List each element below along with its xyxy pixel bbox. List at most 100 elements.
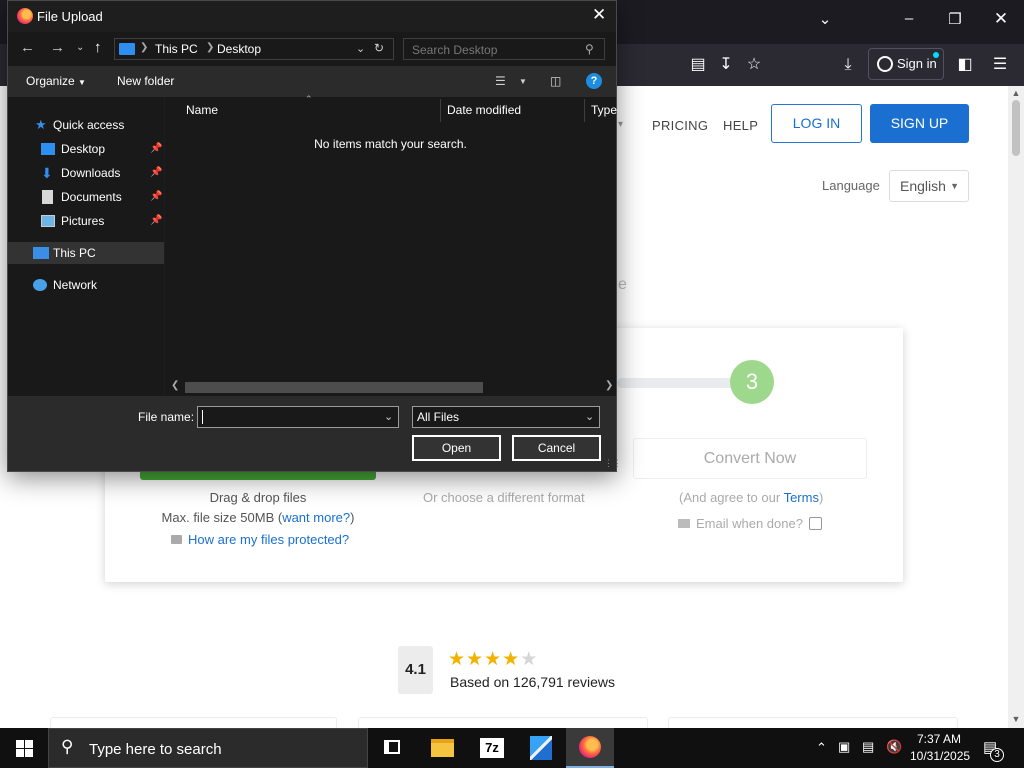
column-divider[interactable] (440, 99, 441, 122)
file-explorer-button[interactable] (418, 728, 466, 768)
agree-terms-text: (And agree to our Terms) (679, 490, 823, 505)
file-name-input[interactable]: ⌄ (197, 406, 399, 428)
pin-icon: 📌 (150, 143, 163, 154)
convert-now-button[interactable]: Convert Now (633, 438, 867, 479)
new-folder-button[interactable]: New folder (117, 74, 174, 88)
nav-dropdown-caret-icon[interactable]: ▾ (618, 119, 623, 130)
up-arrow-icon[interactable]: ↑ (94, 39, 102, 56)
close-icon[interactable]: ✕ (986, 9, 1016, 29)
save-to-pocket-icon[interactable]: ↧ (714, 53, 738, 77)
sort-ascending-icon: ⌃ (305, 94, 313, 104)
column-header-date-modified[interactable]: Date modified (447, 97, 521, 124)
star-icon: ★ (35, 117, 47, 132)
max-size-suffix: ) (350, 510, 355, 525)
chevron-down-icon[interactable]: ⌄ (356, 42, 365, 55)
media-app-button[interactable] (517, 728, 565, 768)
windows-logo-pane (25, 740, 33, 748)
files-protected-row[interactable]: How are my files protected? (171, 532, 349, 547)
dialog-command-bar: Organize ▼ New folder ☰ ▼ ◫ ? (8, 66, 616, 97)
dialog-search-box[interactable]: Search Desktop ⚲ (403, 38, 605, 60)
extensions-icon[interactable]: ◧ (953, 53, 977, 77)
chevron-down-icon[interactable]: ⌄ (384, 410, 393, 423)
scroll-up-icon[interactable]: ▲ (1008, 88, 1024, 98)
organize-button[interactable]: Organize ▼ (26, 74, 86, 88)
want-more-link[interactable]: want more? (282, 510, 350, 525)
breadcrumb-this-pc[interactable]: This PC (155, 42, 198, 56)
column-header-type[interactable]: Type (591, 97, 617, 124)
task-view-icon (384, 740, 400, 754)
change-view-icon[interactable]: ☰ (495, 74, 506, 88)
windows-start-button[interactable] (0, 728, 48, 768)
nav-desktop[interactable]: Desktop 📌 (8, 138, 164, 160)
nav-this-pc[interactable]: This PC (8, 242, 164, 264)
column-divider[interactable] (584, 99, 585, 122)
recent-locations-chevron-icon[interactable]: ⌄ (76, 42, 84, 53)
clock-date[interactable]: 10/31/2025 (910, 749, 970, 763)
column-header-name[interactable]: Name (186, 97, 218, 124)
nav-downloads[interactable]: ⬇ Downloads 📌 (8, 162, 164, 184)
file-type-select[interactable]: All Files ⌄ (412, 406, 600, 428)
star-icon: ★ (466, 649, 485, 670)
step-progress-bar (617, 378, 735, 388)
download-icon[interactable]: ⤓ (836, 53, 860, 77)
refresh-icon[interactable]: ↻ (374, 41, 384, 55)
scrollbar-thumb[interactable] (185, 382, 483, 393)
forward-arrow-icon[interactable]: → (50, 39, 65, 56)
cancel-button[interactable]: Cancel (512, 435, 601, 461)
bookmark-star-icon[interactable]: ☆ (742, 53, 766, 77)
restore-icon[interactable]: ❐ (940, 10, 970, 28)
chevron-down-icon[interactable]: ⌄ (810, 10, 840, 28)
back-arrow-icon[interactable]: ← (20, 39, 35, 56)
other-format-text[interactable]: Or choose a different format (423, 490, 585, 505)
scrollbar-thumb[interactable] (1012, 100, 1020, 156)
sign-in-button[interactable]: Sign in (868, 48, 944, 80)
scroll-right-icon[interactable]: ❯ (605, 380, 613, 391)
scroll-left-icon[interactable]: ❮ (171, 380, 179, 391)
security-icon[interactable]: ▣ (838, 739, 850, 755)
horizontal-scrollbar[interactable]: ❮ ❯ (165, 379, 616, 396)
email-when-done-checkbox[interactable] (808, 517, 822, 530)
scroll-down-icon[interactable]: ▼ (1008, 714, 1024, 724)
language-select[interactable]: English ▼ (889, 170, 969, 202)
close-icon[interactable]: ✕ (592, 5, 606, 25)
network-status-icon[interactable]: ▤ (862, 739, 874, 755)
address-bar[interactable]: ❯ This PC ❯ Desktop ⌄ ↻ (114, 38, 394, 60)
open-button[interactable]: Open (412, 435, 501, 461)
breadcrumb-desktop[interactable]: Desktop (217, 42, 261, 56)
reader-view-icon[interactable]: ▤ (686, 53, 710, 77)
resize-grip-icon[interactable]: ⋮⋮ (604, 458, 622, 469)
volume-muted-icon[interactable]: 🔇 (886, 739, 902, 755)
nav-this-pc-label: This PC (53, 246, 96, 260)
dialog-title: File Upload (37, 9, 103, 24)
menu-icon[interactable]: ☰ (988, 53, 1012, 77)
firefox-taskbar-button[interactable] (566, 728, 614, 768)
page-scrollbar[interactable]: ▲ ▼ (1008, 86, 1024, 728)
envelope-icon (678, 519, 690, 528)
help-icon[interactable]: ? (586, 73, 602, 89)
nav-network[interactable]: Network (8, 274, 164, 296)
terms-link[interactable]: Terms (784, 490, 819, 505)
minimize-icon[interactable]: – (894, 10, 924, 27)
7zip-button[interactable]: 7z (468, 728, 516, 768)
network-icon (33, 279, 47, 291)
task-view-button[interactable] (368, 728, 416, 768)
file-type-value: All Files (417, 410, 460, 424)
firefox-icon (579, 736, 601, 758)
preview-pane-icon[interactable]: ◫ (550, 74, 561, 88)
empty-results-message: No items match your search. (314, 137, 467, 151)
notification-count: 3 (990, 748, 1004, 762)
nav-pictures[interactable]: Pictures 📌 (8, 210, 164, 232)
downloads-folder-icon: ⬇ (41, 165, 53, 181)
clock-time[interactable]: 7:37 AM (917, 732, 961, 746)
breadcrumb-separator-icon: ❯ (140, 42, 149, 53)
nav-pricing-link[interactable]: PRICING (652, 118, 708, 133)
show-hidden-icons-chevron-icon[interactable]: ⌃ (816, 740, 827, 756)
nav-help-link[interactable]: HELP (723, 118, 758, 133)
login-button[interactable]: LOG IN (771, 104, 862, 143)
taskbar-search-box[interactable]: ⚲ Type here to search (48, 728, 368, 768)
nav-quick-access[interactable]: ★ Quick access (8, 114, 164, 136)
nav-documents[interactable]: Documents 📌 (8, 186, 164, 208)
signup-button[interactable]: SIGN UP (870, 104, 969, 143)
chevron-down-icon[interactable]: ▼ (519, 77, 527, 86)
files-protected-link[interactable]: How are my files protected? (188, 532, 349, 547)
